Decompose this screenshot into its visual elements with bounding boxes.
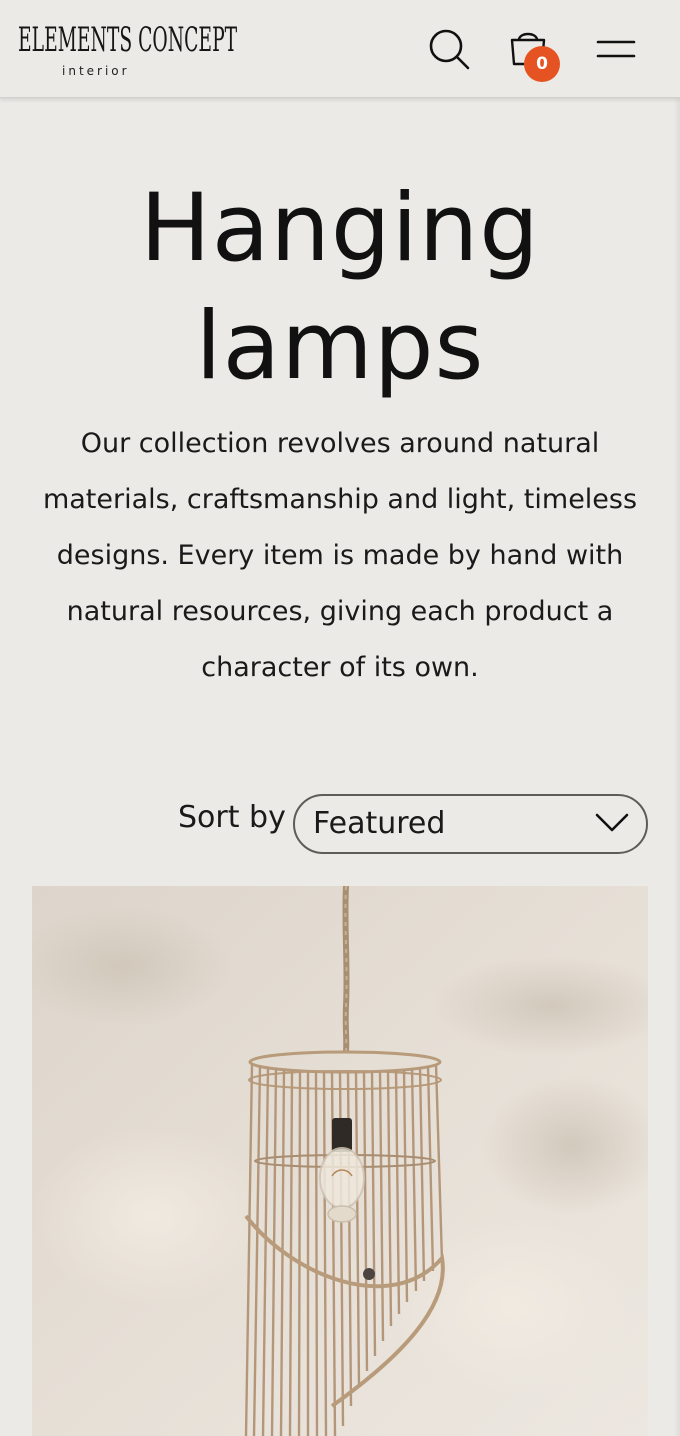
- cart-count-badge: 0: [524, 46, 560, 82]
- hamburger-menu-icon[interactable]: [594, 34, 638, 64]
- sort-label: Sort by: [178, 800, 286, 835]
- product-image[interactable]: [32, 886, 648, 1436]
- logo-wordmark: ELEMENTS CONCEPT: [18, 20, 238, 60]
- sort-select[interactable]: Featured: [293, 794, 648, 854]
- chevron-down-icon: [594, 810, 630, 834]
- logo-subtitle: interior: [62, 64, 130, 78]
- search-icon[interactable]: [426, 26, 472, 72]
- site-header: ELEMENTS CONCEPT interior 0: [0, 0, 680, 98]
- sort-selected-value: Featured: [313, 806, 446, 841]
- collection-description: Our collection revolves around natural m…: [42, 428, 638, 683]
- logo[interactable]: ELEMENTS CONCEPT interior: [18, 18, 237, 82]
- page-edge-shadow: [674, 98, 680, 1436]
- page-title: Hanging lamps: [140, 174, 540, 401]
